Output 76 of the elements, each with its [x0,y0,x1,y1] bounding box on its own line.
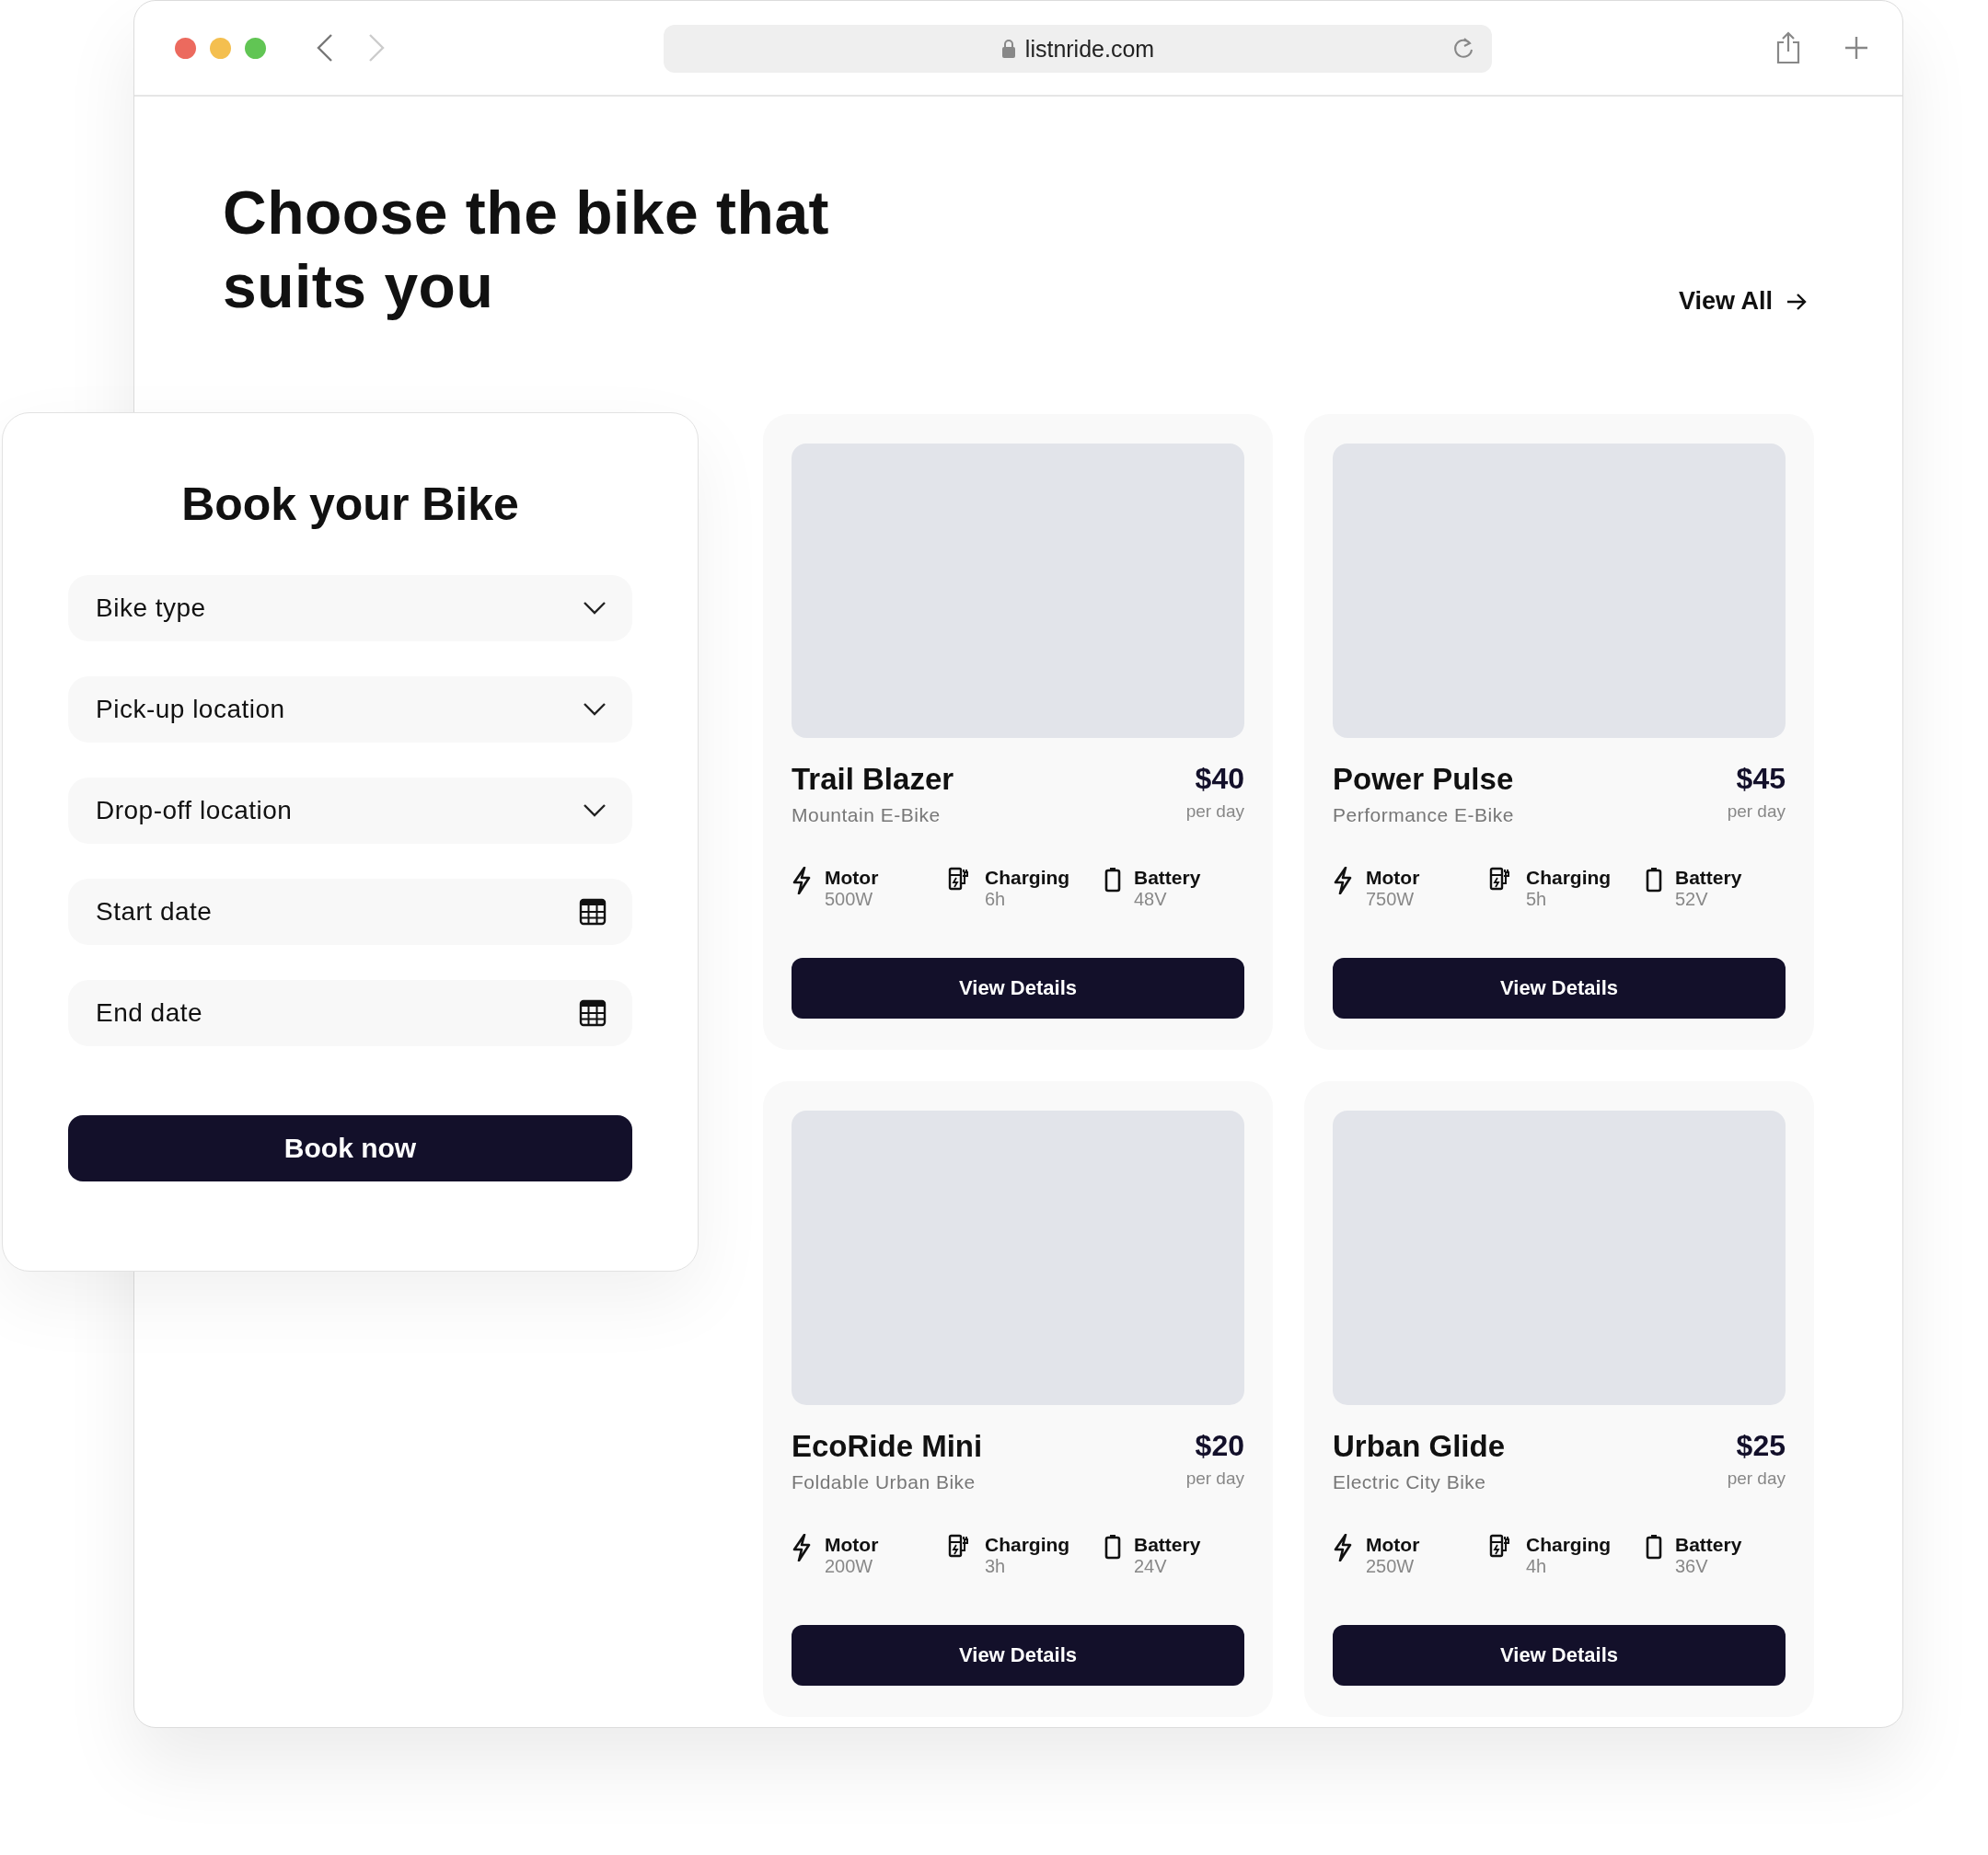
close-window-icon[interactable] [175,37,196,59]
battery-icon [1104,867,1121,893]
booking-title: Book your Bike [180,478,520,531]
spec-label: Battery [1134,867,1201,889]
bike-price: $40 [1194,762,1244,796]
share-icon[interactable] [1775,31,1801,64]
spec-label: Motor [1366,867,1420,889]
spec-value: 24V [1134,1556,1168,1577]
lightning-icon [1333,1534,1353,1561]
calendar-icon[interactable] [579,999,607,1027]
back-icon[interactable] [317,33,333,63]
select-field[interactable]: Drop-off location [68,778,632,844]
price-period: per day [1727,1469,1786,1489]
book-now-button[interactable]: Book now [68,1115,632,1181]
date-field[interactable]: End date [68,980,632,1046]
address-bar[interactable]: listnride.com [664,25,1492,73]
price-period: per day [1727,801,1786,822]
url-text: listnride.com [1024,35,1155,63]
price-period: per day [1185,801,1244,822]
plus-icon[interactable] [1844,35,1869,61]
bike-type: Mountain E-Bike [792,804,942,826]
bike-price: $20 [1194,1429,1244,1463]
chevron-down-icon[interactable] [583,702,607,717]
lock-icon [1000,39,1016,59]
bike-name: EcoRide Mini [792,1429,983,1464]
spec-value: 250W [1366,1556,1416,1577]
view-all-link[interactable]: View All [1678,287,1808,316]
spec-label: Charging [985,867,1070,889]
bike-type: Foldable Urban Bike [792,1471,977,1493]
spec-value: 48V [1134,889,1168,910]
page-heading: Choose the bike that suits you [223,178,831,322]
view-details-button[interactable]: View Details [1333,1625,1786,1686]
view-details-button[interactable]: View Details [1333,958,1786,1019]
battery-icon [1646,1534,1662,1560]
bike-name: Trail Blazer [792,762,954,797]
reload-icon[interactable] [1451,37,1475,61]
spec-value: 750W [1366,889,1416,910]
price-period: per day [1185,1469,1244,1489]
spec-value: 3h [985,1556,1007,1577]
spec-label: Motor [825,1534,879,1556]
chevron-down-icon[interactable] [583,601,607,616]
select-field[interactable]: Pick-up location [68,676,632,743]
spec-label: Battery [1134,1534,1201,1556]
chevron-down-icon[interactable] [583,803,607,818]
spec-label: Charging [1526,1534,1612,1556]
bike-type: Electric City Bike [1333,1471,1487,1493]
spec-label: Battery [1675,1534,1742,1556]
calendar-icon[interactable] [579,898,607,926]
spec-value: 500W [825,889,874,910]
spec-label: Motor [1366,1534,1420,1556]
spec-value: 4h [1526,1556,1548,1577]
select-field[interactable]: Bike type [68,575,632,641]
maximize-window-icon[interactable] [245,37,266,59]
spec-label: Charging [1526,867,1612,889]
lightning-icon [792,1534,812,1561]
bike-price: $25 [1735,1429,1786,1463]
date-field[interactable]: Start date [68,879,632,945]
view-details-button[interactable]: View Details [792,1625,1244,1686]
arrow-right-icon [1786,292,1808,311]
bike-price: $45 [1735,762,1786,796]
spec-value: 200W [825,1556,874,1577]
spec-value: 6h [985,889,1007,910]
spec-label: Battery [1675,867,1742,889]
battery-icon [1104,1534,1121,1560]
spec-label: Motor [825,867,879,889]
view-details-button[interactable]: View Details [792,958,1244,1019]
spec-value: 36V [1675,1556,1709,1577]
bike-name: Urban Glide [1333,1429,1506,1464]
spec-value: 52V [1675,889,1709,910]
spec-label: Charging [985,1534,1070,1556]
lightning-icon [1333,867,1353,894]
battery-icon [1646,867,1662,893]
bike-type: Performance E-Bike [1333,804,1514,826]
spec-value: 5h [1526,889,1548,910]
bike-name: Power Pulse [1333,762,1514,797]
lightning-icon [792,867,812,894]
